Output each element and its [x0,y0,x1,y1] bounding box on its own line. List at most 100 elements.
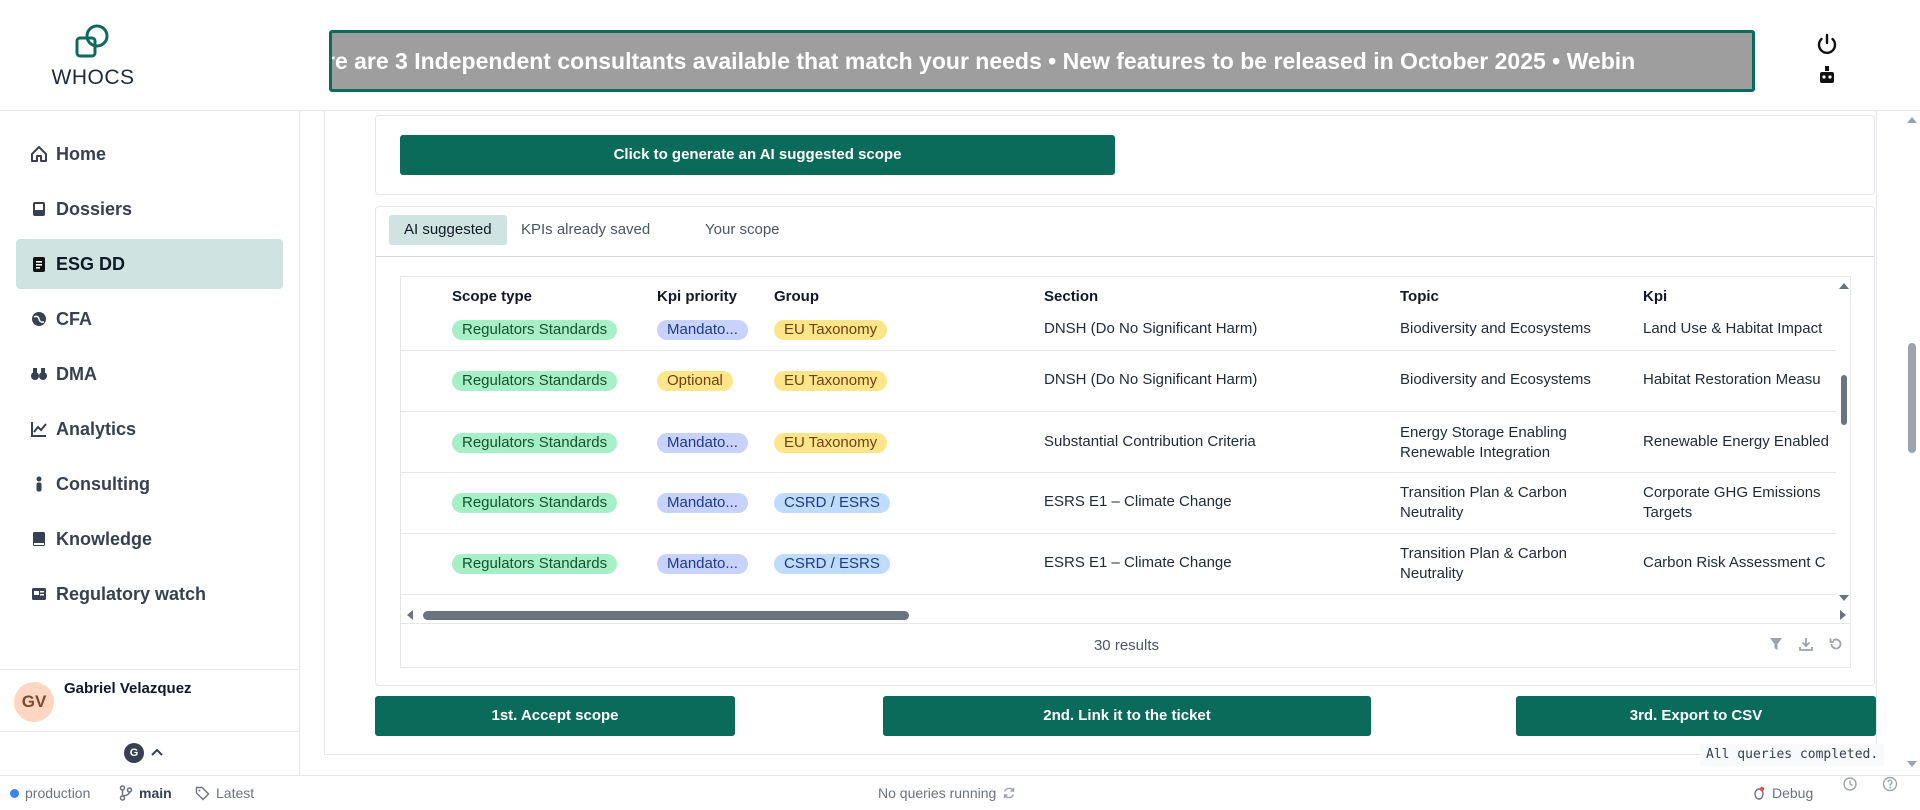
logo-icon [75,24,109,58]
section-cell: Substantial Contribution Criteria [1044,433,1256,450]
sidebar-item-regulatory-watch[interactable]: Regulatory watch [16,569,283,619]
git-branch-icon [119,785,133,801]
clipboard-icon [30,255,48,273]
table-row[interactable]: Regulators Standards Mandato... CSRD / E… [401,473,1836,534]
inbox-icon [30,200,48,218]
sidebar-item-label: ESG DD [56,253,126,274]
queries-indicator: No queries running [878,776,1016,810]
kpi-table: Scope type Kpi priority Group Section To… [400,276,1851,668]
announcement-ticker[interactable]: re are 3 Independent consultants availab… [329,30,1755,92]
table-row[interactable]: Regulators Standards Optional EU Taxonom… [401,351,1836,412]
debug-toggle[interactable]: Debug [1752,776,1813,810]
scope-type-pill: Regulators Standards [452,433,618,453]
sidebar-item-dossiers[interactable]: Dossiers [16,184,283,234]
table-header: Scope type Kpi priority Group Section To… [401,277,1850,317]
kpi-priority-pill: Optional [657,371,733,391]
history-button[interactable] [1842,776,1858,792]
table-vertical-scrollbar[interactable] [1836,277,1851,607]
group-pill: EU Taxonomy [774,320,888,340]
table-row[interactable]: Regulators Standards Mandato... EU Taxon… [401,317,1836,351]
topic-cell: Biodiversity and Ecosystems [1400,320,1591,337]
chevron-up-icon[interactable] [150,746,164,760]
column-header-kpi-priority[interactable]: Kpi priority [657,277,737,317]
column-header-scope-type[interactable]: Scope type [452,277,532,317]
tag-indicator[interactable]: Latest [195,776,254,810]
power-icon[interactable] [1815,32,1839,56]
sidebar-item-consulting[interactable]: Consulting [16,459,283,509]
home-icon [30,145,48,163]
generate-ai-scope-button[interactable]: Click to generate an AI suggested scope [400,135,1115,175]
filter-icon[interactable] [1768,636,1784,652]
sidebar-item-label: Regulatory watch [56,583,207,604]
table-horizontal-scrollbar[interactable] [401,607,1851,623]
environment-indicator[interactable]: production [10,776,90,810]
help-button[interactable] [1882,776,1898,792]
globe-icon [30,310,48,328]
topic-cell: Transition Plan & Carbon Neutrality [1400,484,1568,521]
tag-icon [195,786,210,800]
scope-tabs: AI suggested KPIs already saved Your sco… [376,207,1874,257]
reset-icon[interactable] [1828,636,1844,652]
sidebar-item-knowledge[interactable]: Knowledge [16,514,283,564]
workspace-badge[interactable]: G [124,743,144,763]
section-cell: ESRS E1 – Climate Change [1044,493,1232,510]
table-row[interactable]: Regulators Standards Mandato... CSRD / E… [401,534,1836,595]
group-pill: CSRD / ESRS [774,554,890,574]
history-icon [1843,777,1857,791]
table-row[interactable]: Regulators Standards Mandato... EU Taxon… [401,412,1836,473]
column-header-topic[interactable]: Topic [1400,277,1439,317]
column-header-section[interactable]: Section [1044,277,1098,317]
link-ticket-button[interactable]: 2nd. Link it to the ticket [883,696,1371,736]
section-cell: DNSH (Do No Significant Harm) [1044,371,1258,388]
newspaper-icon [30,585,48,603]
chart-line-icon [30,420,48,438]
user-profile[interactable]: GV Gabriel Velazquez [0,669,299,731]
top-bar: WHOCS re are 3 Independent consultants a… [0,0,1920,111]
group-pill: CSRD / ESRS [774,493,890,513]
refresh-icon[interactable] [1002,786,1016,800]
kpi-priority-pill: Mandato... [657,493,748,513]
table-footer: 30 results [401,623,1850,667]
sidebar-item-label: Home [56,143,107,164]
sidebar-item-label: Consulting [56,473,150,494]
tab-kpis-already-saved[interactable]: KPIs already saved [506,215,665,245]
kpi-priority-pill: Mandato... [657,320,748,340]
scroll-up-arrow-icon [1839,283,1849,289]
column-header-group[interactable]: Group [774,277,819,317]
sidebar-item-analytics[interactable]: Analytics [16,404,283,454]
group-pill: EU Taxonomy [774,433,888,453]
tab-ai-suggested[interactable]: AI suggested [389,215,507,245]
sidebar: Home Dossiers ESG DD CFA DMA Analytics C… [0,111,300,775]
export-csv-button[interactable]: 3rd. Export to CSV [1516,696,1876,736]
queries-status-toast: All queries completed. [1700,744,1885,766]
branch-indicator[interactable]: main [119,776,172,810]
robot-icon[interactable] [1816,64,1838,86]
download-icon[interactable] [1798,636,1814,652]
queries-label: No queries running [878,785,997,801]
kpi-priority-pill: Mandato... [657,433,748,453]
sidebar-item-label: Dossiers [56,198,133,219]
kpi-cell: Habitat Restoration Measu [1643,371,1821,388]
environment-label: production [25,785,91,801]
section-cell: ESRS E1 – Climate Change [1044,554,1232,571]
sidebar-item-esg-dd[interactable]: ESG DD [16,239,283,289]
sidebar-item-cfa[interactable]: CFA [16,294,283,344]
kpi-priority-pill: Mandato... [657,554,748,574]
sidebar-item-dma[interactable]: DMA [16,349,283,399]
kpi-cell: Carbon Risk Assessment C [1643,554,1826,571]
environment-dot-icon [10,788,19,798]
table-body: Regulators Standards Mandato... EU Taxon… [401,317,1836,607]
scroll-down-arrow-icon [1839,595,1849,601]
page-scrollbar[interactable] [1904,111,1920,775]
accept-scope-button[interactable]: 1st. Accept scope [375,696,735,736]
scope-card: AI suggested KPIs already saved Your sco… [375,206,1875,686]
user-name: Gabriel Velazquez [64,680,192,697]
logo[interactable]: WHOCS [46,22,140,92]
status-bar: production main Latest No queries runnin… [0,775,1920,809]
section-cell: DNSH (Do No Significant Harm) [1044,320,1258,337]
tab-your-scope[interactable]: Your scope [690,215,795,245]
avatar: GV [14,682,54,722]
sidebar-item-home[interactable]: Home [16,129,283,179]
binoculars-icon [30,365,48,383]
column-header-kpi[interactable]: Kpi [1643,277,1667,317]
